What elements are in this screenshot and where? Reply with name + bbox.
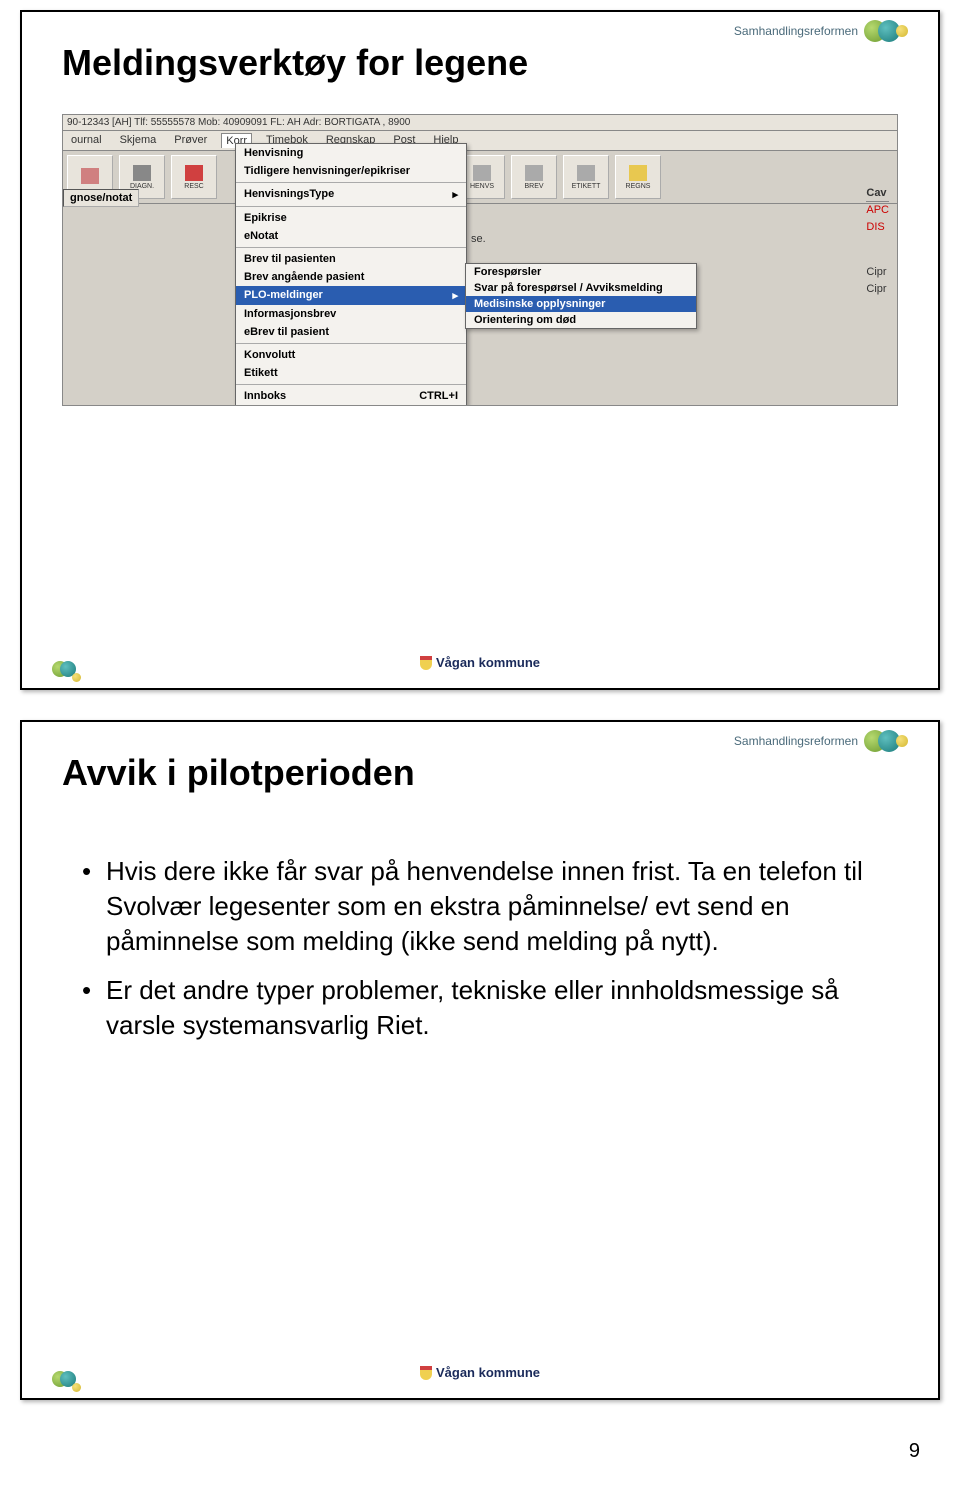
menu-item[interactable]: Prøver [170,133,211,148]
header-label: Samhandlingsreformen [734,24,858,38]
toolbar-button[interactable]: BREV [511,155,557,199]
slide-header: Samhandlingsreformen [734,20,908,42]
side-item: APC [866,203,889,218]
vagan-kommune-logo: Vågan kommune [420,1365,540,1380]
bullet-item: Er det andre typer problemer, tekniske e… [82,973,878,1043]
korr-dropdown: Henvisning Tidligere henvisninger/epikri… [235,143,467,406]
se-label: se. [471,233,486,245]
slide-2: Samhandlingsreformen Avvik i pilotperiod… [20,720,940,1400]
app-screenshot: 90-12343 [AH] Tlf: 55555578 Mob: 4090909… [62,114,898,406]
menu-item[interactable]: ournal [67,133,106,148]
toolbar-button[interactable]: ETIKETT [563,155,609,199]
menu-option[interactable]: Konvolutt [236,346,466,364]
menu-option[interactable]: Brev angående pasient [236,268,466,286]
menu-bar: ournal Skjema Prøver Korr Timebok Regnsk… [63,131,897,151]
header-label: Samhandlingsreformen [734,734,858,748]
vagan-kommune-logo: Vågan kommune [420,655,540,670]
crest-icon [420,656,432,670]
crest-icon [420,1366,432,1380]
page-number: 9 [0,1430,960,1483]
menu-option[interactable]: Innboks CTRL+I [236,387,466,405]
menu-option[interactable]: eNotat [236,227,466,245]
toolbar-button[interactable]: RESC [171,155,217,199]
menu-option-submenu[interactable]: HenvisningsType ▸ [236,185,466,204]
slide-footer: Vågan kommune [22,655,938,670]
address-bar: 90-12343 [AH] Tlf: 55555578 Mob: 4090909… [63,115,897,131]
toolbar-button[interactable]: REGNS [615,155,661,199]
submenu-option[interactable]: Orientering om død [466,312,696,328]
side-panel: Cav APC DIS Cipr Cipr [866,185,889,298]
bubble-logo-icon [864,20,908,42]
bubble-logo-icon [864,730,908,752]
side-item: DIS [866,220,889,235]
menu-option[interactable]: Epikrise [236,209,466,227]
bullet-item: Hvis dere ikke får svar på henvendelse i… [82,854,878,959]
slide-footer: Vågan kommune [22,1365,938,1380]
shortcut-label: CTRL+I [419,390,458,402]
toolbar: DIAGN. RESC HENVS BREV ETIKETT REGNS [63,151,897,204]
side-item: Cipr [866,265,889,280]
menu-option[interactable]: Etikett [236,364,466,382]
slide-header: Samhandlingsreformen [734,730,908,752]
menu-option[interactable]: Tidligere henvisninger/epikriser [236,162,466,180]
side-item: Cipr [866,282,889,297]
side-header: Cav [866,186,889,202]
menu-option[interactable]: eBrev til pasient [236,323,466,341]
submenu-option[interactable]: Svar på forespørsel / Avviksmelding [466,280,696,296]
submenu-option-highlight[interactable]: Medisinske opplysninger [466,296,696,312]
menu-option[interactable]: Henvisning [236,144,466,162]
menu-item[interactable]: Skjema [116,133,161,148]
slide-body: Hvis dere ikke får svar på henvendelse i… [22,804,938,1077]
gnose-label: gnose/notat [63,189,139,207]
chevron-right-icon: ▸ [452,289,458,302]
menu-option[interactable]: Informasjonsbrev [236,305,466,323]
submenu-option[interactable]: Forespørsler [466,264,696,280]
plo-submenu: Forespørsler Svar på forespørsel / Avvik… [465,263,697,329]
menu-option[interactable]: Brev til pasienten [236,250,466,268]
chevron-right-icon: ▸ [452,188,458,201]
menu-option-highlight[interactable]: PLO-meldinger▸ [236,286,466,305]
slide-1: Samhandlingsreformen Meldingsverktøy for… [20,10,940,690]
